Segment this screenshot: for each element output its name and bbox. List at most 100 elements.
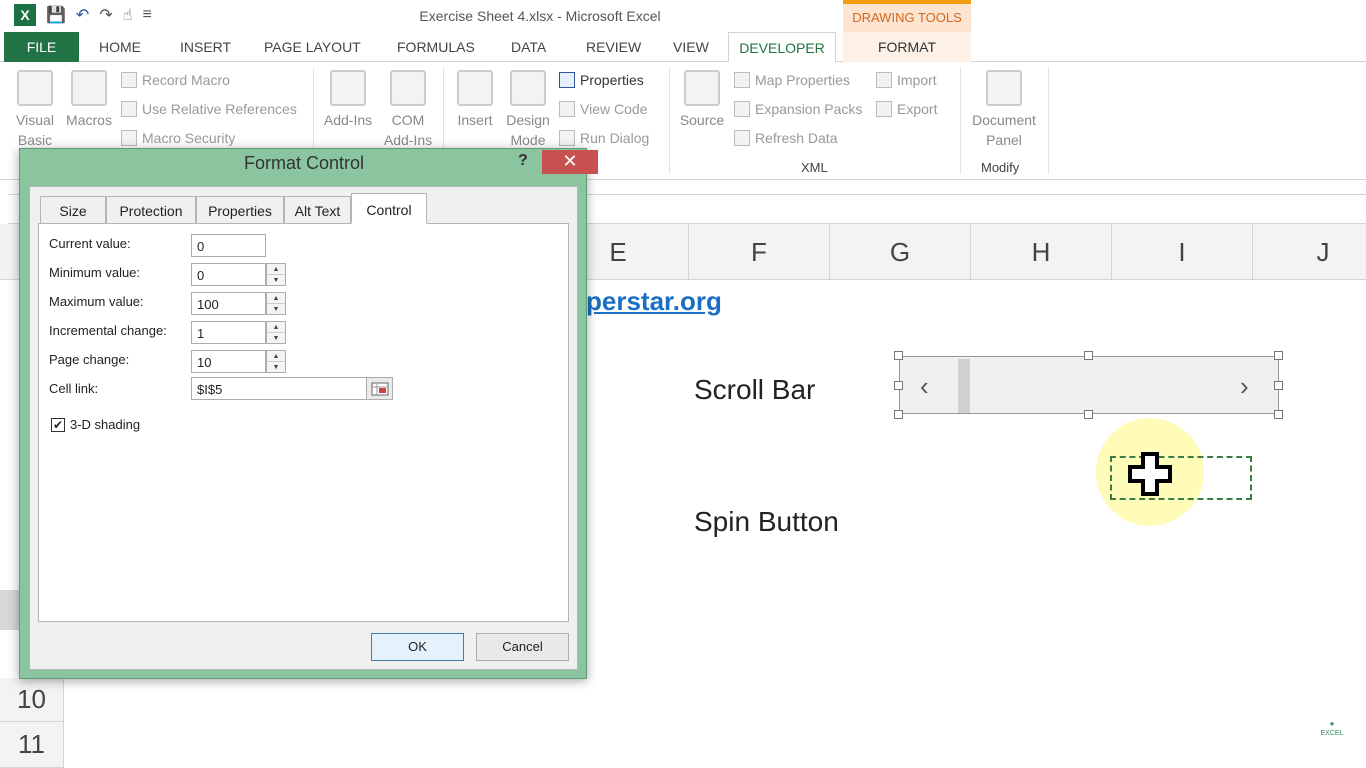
source-button[interactable]: Source: [677, 70, 727, 130]
incremental-change-input[interactable]: 1: [191, 321, 266, 344]
column-header-i[interactable]: I: [1112, 224, 1253, 280]
resize-handle[interactable]: [1084, 410, 1093, 419]
use-relative-references-button[interactable]: Use Relative References: [121, 101, 297, 117]
properties-icon: [559, 72, 575, 88]
tab-review[interactable]: REVIEW: [586, 39, 641, 55]
column-header-j[interactable]: J: [1253, 224, 1366, 280]
scroll-bar-control[interactable]: ‹ ›: [899, 356, 1279, 414]
tab-formulas[interactable]: FORMULAS: [397, 39, 475, 55]
view-code-icon: [559, 101, 575, 117]
design-mode-button[interactable]: Design Mode: [503, 70, 553, 150]
macros-icon: [71, 70, 107, 106]
row-header-10[interactable]: 10: [0, 678, 64, 722]
visual-basic-button[interactable]: Visual Basic: [14, 70, 56, 150]
macro-security-button[interactable]: Macro Security: [121, 130, 235, 146]
view-code-button[interactable]: View Code: [559, 101, 647, 117]
warning-icon: [121, 130, 137, 146]
ok-button[interactable]: OK: [371, 633, 464, 661]
tab-file[interactable]: FILE: [4, 32, 79, 62]
resize-handle[interactable]: [1274, 351, 1283, 360]
tab-protection[interactable]: Protection: [106, 196, 196, 223]
column-header-f[interactable]: F: [689, 224, 830, 280]
star-icon: ★: [1328, 721, 1336, 728]
help-icon[interactable]: ?: [518, 152, 528, 170]
tab-format[interactable]: FORMAT: [843, 32, 971, 62]
tab-alt-text[interactable]: Alt Text: [284, 196, 351, 223]
tab-view[interactable]: VIEW: [673, 39, 709, 55]
cell-reference-picker-icon[interactable]: [366, 377, 393, 400]
tab-insert[interactable]: INSERT: [180, 39, 231, 55]
tab-developer[interactable]: DEVELOPER: [728, 32, 836, 63]
column-header-h[interactable]: H: [971, 224, 1112, 280]
group-label-modify: Modify: [981, 160, 1020, 175]
properties-button[interactable]: Properties: [559, 72, 644, 88]
resize-handle[interactable]: [894, 351, 903, 360]
export-button[interactable]: Export: [876, 101, 937, 117]
toolbox-icon: [457, 70, 493, 106]
3d-shading-checkbox[interactable]: ✔: [51, 418, 65, 432]
expansion-packs-button[interactable]: Expansion Packs: [734, 101, 862, 117]
page-change-label: Page change:: [49, 352, 130, 367]
control-tab-panel: Current value: 0 Minimum value: 0 ▲ ▼ Max…: [38, 223, 569, 622]
map-properties-button[interactable]: Map Properties: [734, 72, 850, 88]
tab-properties[interactable]: Properties: [196, 196, 284, 223]
tab-home[interactable]: HOME: [99, 39, 141, 55]
maximum-value-input[interactable]: 100: [191, 292, 266, 315]
run-dialog-button[interactable]: Run Dialog: [559, 130, 649, 146]
title-bar: X 💾 ↶ ↷ ☝ ≡ Exercise Sheet 4.xlsx - Micr…: [0, 0, 1366, 32]
relative-references-icon: [121, 101, 137, 117]
record-macro-button[interactable]: Record Macro: [121, 72, 230, 88]
column-header-g[interactable]: G: [830, 224, 971, 280]
row-header-11[interactable]: 11: [0, 722, 64, 768]
design-mode-icon: [510, 70, 546, 106]
insert-controls-button[interactable]: Insert: [452, 70, 498, 130]
cell-link-label: Cell link:: [49, 381, 99, 396]
minimum-value-spinner[interactable]: ▲ ▼: [266, 263, 286, 286]
scroll-bar-thumb[interactable]: [958, 359, 970, 413]
map-properties-icon: [734, 72, 750, 88]
3d-shading-label: 3-D shading: [70, 417, 141, 432]
com-add-ins-icon: [390, 70, 426, 106]
incremental-change-label: Incremental change:: [49, 323, 167, 338]
tab-size[interactable]: Size: [40, 196, 106, 223]
resize-handle[interactable]: [1274, 381, 1283, 390]
resize-handle[interactable]: [1084, 351, 1093, 360]
import-icon: [876, 72, 892, 88]
ribbon-tabs: FILE HOME INSERT PAGE LAYOUT FORMULAS DA…: [0, 32, 1366, 63]
tab-control[interactable]: Control: [351, 193, 427, 224]
group-label-xml: XML: [801, 160, 828, 175]
document-panel-button[interactable]: Document Panel: [966, 70, 1042, 150]
add-ins-button[interactable]: Add-Ins: [320, 70, 376, 130]
record-macro-icon: [121, 72, 137, 88]
incremental-change-spinner[interactable]: ▲ ▼: [266, 321, 286, 344]
visual-basic-icon: [17, 70, 53, 106]
page-change-input[interactable]: 10: [191, 350, 266, 373]
current-value-input[interactable]: 0: [191, 234, 266, 257]
scroll-right-arrow-icon[interactable]: ›: [1240, 371, 1249, 402]
page-change-spinner[interactable]: ▲ ▼: [266, 350, 286, 373]
contextual-group-drawing-tools: DRAWING TOOLS: [843, 0, 971, 32]
cancel-button[interactable]: Cancel: [476, 633, 569, 661]
refresh-icon: [734, 130, 750, 146]
website-link[interactable]: perstar.org: [586, 286, 722, 317]
maximum-value-label: Maximum value:: [49, 294, 144, 309]
resize-handle[interactable]: [1274, 410, 1283, 419]
scroll-left-arrow-icon[interactable]: ‹: [920, 371, 929, 402]
xml-source-icon: [684, 70, 720, 106]
cell-link-input[interactable]: $I$5: [191, 377, 367, 400]
spin-button-label: Spin Button: [694, 506, 839, 537]
com-add-ins-button[interactable]: COM Add-Ins: [382, 70, 434, 150]
import-button[interactable]: Import: [876, 72, 937, 88]
resize-handle[interactable]: [894, 410, 903, 419]
minimum-value-label: Minimum value:: [49, 265, 141, 280]
tab-page-layout[interactable]: PAGE LAYOUT: [264, 39, 361, 55]
ribbon-separator: [1048, 68, 1049, 174]
tab-data[interactable]: DATA: [511, 39, 546, 55]
expansion-packs-icon: [734, 101, 750, 117]
maximum-value-spinner[interactable]: ▲ ▼: [266, 292, 286, 315]
refresh-data-button[interactable]: Refresh Data: [734, 130, 837, 146]
macros-button[interactable]: Macros: [62, 70, 116, 130]
minimum-value-input[interactable]: 0: [191, 263, 266, 286]
close-button[interactable]: ✕: [542, 150, 598, 174]
resize-handle[interactable]: [894, 381, 903, 390]
